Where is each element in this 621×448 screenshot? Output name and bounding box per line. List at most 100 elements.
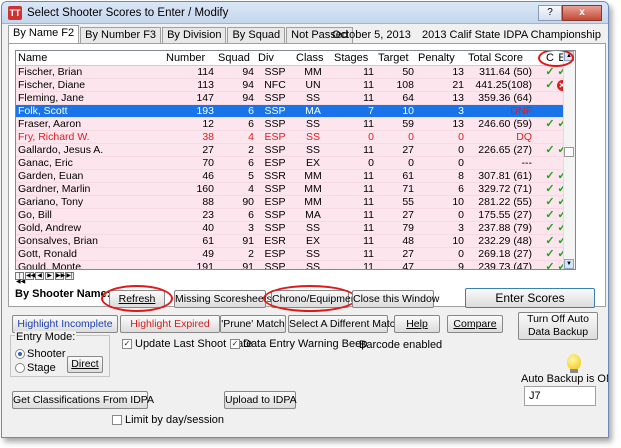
cell-stages: 11 xyxy=(332,182,376,196)
table-row[interactable]: Fry, Richard W. 38 4 ESP SS 0 0 0 DQ xyxy=(16,130,575,144)
tab-by-number[interactable]: By Number F3 xyxy=(80,27,162,43)
help-title-button[interactable]: ? xyxy=(538,4,562,21)
radio-shooter[interactable]: Shooter xyxy=(15,348,66,360)
table-row[interactable]: Go, Bill 23 6 SSP MA 11 27 0 175.55 (27) ✓ ✓ xyxy=(16,208,575,222)
cell-div: SSP xyxy=(256,65,294,79)
table-row[interactable]: Gariano, Tony 88 90 ESP MM 11 55 10 281.22 (55) ✓… xyxy=(16,195,575,209)
cell-penalty: 13 xyxy=(416,65,466,79)
check-icon: ✓ xyxy=(545,143,555,156)
col-div[interactable]: Div xyxy=(256,51,294,66)
table-row[interactable]: Garden, Euan 46 5 SSR MM 11 61 8 307.81 (61) ✓ ✓ xyxy=(16,169,575,183)
cell-squad: 94 xyxy=(216,78,256,92)
cell-div: SSP xyxy=(256,182,294,196)
table-row[interactable]: Gonsalves, Brian 61 91 ESR EX 11 48 10 232.29 (4… xyxy=(16,234,575,248)
missing-scoresheets-button[interactable]: Missing Scoresheets xyxy=(174,290,272,308)
nav-next-page-button[interactable]: ▶▶ xyxy=(55,272,65,280)
scroll-down-arrow[interactable]: ▼ xyxy=(564,259,574,269)
check-icon: ✓ xyxy=(545,208,555,221)
nav-prev-page-button[interactable]: ◀◀ xyxy=(25,272,35,280)
cell-squad: 90 xyxy=(216,195,256,209)
nav-last-button[interactable]: ▶| xyxy=(65,272,74,280)
radio-shooter-label: Shooter xyxy=(27,348,66,360)
radio-stage-label: Stage xyxy=(27,362,56,374)
upload-idpa-button[interactable]: Upload to IDPA xyxy=(224,391,297,409)
data-entry-beep-box[interactable]: ✓ xyxy=(230,339,240,350)
cell-score: 329.72 (71) xyxy=(466,182,544,196)
col-name[interactable]: Name xyxy=(16,51,164,66)
table-row[interactable]: Fischer, Diane 113 94 NFC UN 11 108 21 441.25(10… xyxy=(16,78,575,92)
cell-penalty: 8 xyxy=(416,169,466,183)
table-row[interactable]: Gold, Andrew 40 3 SSP SS 11 79 3 237.88 (79) ✓ ✓ xyxy=(16,221,575,235)
radio-stage-dot[interactable] xyxy=(15,363,25,374)
cell-stages: 11 xyxy=(332,169,376,183)
code-field[interactable]: J7 xyxy=(524,386,596,406)
cell-target: 27 xyxy=(376,208,416,222)
cell-div: ESR xyxy=(256,234,294,248)
tab-by-squad[interactable]: By Squad xyxy=(227,27,286,43)
grid-header: Name Number Squad Div Class Stages Targe… xyxy=(16,51,575,66)
cell-squad: 91 xyxy=(216,234,256,248)
col-class[interactable]: Class xyxy=(294,51,332,66)
table-row[interactable]: Fraser, Aaron 12 6 SSP SS 11 59 13 246.60 (59) ✓ ✓ xyxy=(16,117,575,131)
turn-off-backup-button[interactable]: Turn Off Auto Data Backup xyxy=(518,312,598,340)
prune-match-button[interactable]: 'Prune' Match xyxy=(220,315,286,333)
enter-scores-button[interactable]: Enter Scores xyxy=(465,288,595,308)
radio-stage[interactable]: Stage xyxy=(15,362,56,374)
nav-next-button[interactable]: ▶ xyxy=(45,272,54,280)
help-button[interactable]: Help xyxy=(394,315,440,333)
cell-score: 246.60 (59) xyxy=(466,117,544,131)
entry-mode-group: Entry Mode: Shooter Stage Direct xyxy=(10,331,110,377)
col-target[interactable]: Target xyxy=(376,51,416,66)
col-number[interactable]: Number xyxy=(164,51,216,66)
nav-first-button[interactable]: |◀◀ xyxy=(15,272,25,285)
table-row[interactable]: Ganac, Eric 70 6 ESP EX 0 0 0 --- xyxy=(16,156,575,170)
table-row[interactable]: Gallardo, Jesus A. 27 2 SSP SS 11 27 0 226.65 (2… xyxy=(16,143,575,157)
compare-button[interactable]: Compare xyxy=(447,315,503,333)
cell-penalty: 0 xyxy=(416,208,466,222)
shooter-grid: Name Number Squad Div Class Stages Targe… xyxy=(15,50,576,270)
cell-stages: 0 xyxy=(332,156,376,170)
scroll-thumb[interactable] xyxy=(564,147,574,157)
cell-class: MM xyxy=(294,169,332,183)
cell-name: Gould, Monte xyxy=(16,260,164,269)
tab-by-name[interactable]: By Name F2 xyxy=(8,25,80,43)
cell-c-flag: ✓ xyxy=(544,221,556,235)
highlight-expired-button[interactable]: Highlight Expired xyxy=(120,315,220,333)
cell-class: MM xyxy=(294,182,332,196)
grid-scrollbar[interactable]: ▲ ▼ xyxy=(563,51,575,269)
table-row[interactable]: Fischer, Brian 114 94 SSP MM 11 50 13 311.64 (50… xyxy=(16,65,575,79)
check-icon: ✓ xyxy=(545,65,555,78)
data-entry-beep-checkbox[interactable]: ✓ Data Entry Warning Beep xyxy=(230,338,367,350)
cell-stages: 11 xyxy=(332,117,376,131)
table-row[interactable]: Gould, Monte 191 91 SSP SS 11 47 9 239.73 (47) ✓ ✓ xyxy=(16,260,575,269)
col-stages[interactable]: Stages xyxy=(332,51,376,66)
cell-score: 175.55 (27) xyxy=(466,208,544,222)
col-squad[interactable]: Squad xyxy=(216,51,256,66)
table-row[interactable]: Gott, Ronald 49 2 ESP SS 11 27 0 269.18 (27) ✓ ✓ xyxy=(16,247,575,261)
cell-score: 307.81 (61) xyxy=(466,169,544,183)
cell-target: 108 xyxy=(376,78,416,92)
limit-day-checkbox[interactable]: Limit by day/session xyxy=(112,414,224,426)
table-row[interactable]: Gardner, Marlin 160 4 SSP MM 11 71 6 329.72 (71)… xyxy=(16,182,575,196)
get-classifications-button[interactable]: Get Classifications From IDPA xyxy=(12,391,154,409)
limit-day-box[interactable] xyxy=(112,415,122,426)
radio-shooter-dot[interactable] xyxy=(15,349,25,360)
table-row[interactable]: Folk, Scott 193 6 SSP MA 7 10 3 DNF xyxy=(16,104,575,118)
close-title-button[interactable]: x xyxy=(562,4,602,21)
cell-target: 0 xyxy=(376,156,416,170)
nav-prev-button[interactable]: ◀ xyxy=(35,272,44,280)
tab-by-division[interactable]: By Division xyxy=(162,27,227,43)
col-penalty[interactable]: Penalty xyxy=(416,51,466,66)
update-last-shoot-box[interactable]: ✓ xyxy=(122,339,132,350)
col-total-score[interactable]: Total Score xyxy=(466,51,544,66)
cell-target: 55 xyxy=(376,195,416,209)
select-different-match-button[interactable]: Select A Different Match xyxy=(288,315,401,333)
cell-stages: 11 xyxy=(332,91,376,105)
cell-name: Gott, Ronald xyxy=(16,247,164,261)
cell-penalty: 13 xyxy=(416,91,466,105)
cell-number: 193 xyxy=(164,104,216,118)
cell-score: 441.25(108) xyxy=(466,78,544,92)
table-row[interactable]: Fleming, Jane 147 94 SSP SS 11 64 13 359.36 (64) xyxy=(16,91,575,105)
close-window-button[interactable]: Close this Window xyxy=(352,290,439,308)
direct-button[interactable]: Direct xyxy=(67,356,103,373)
